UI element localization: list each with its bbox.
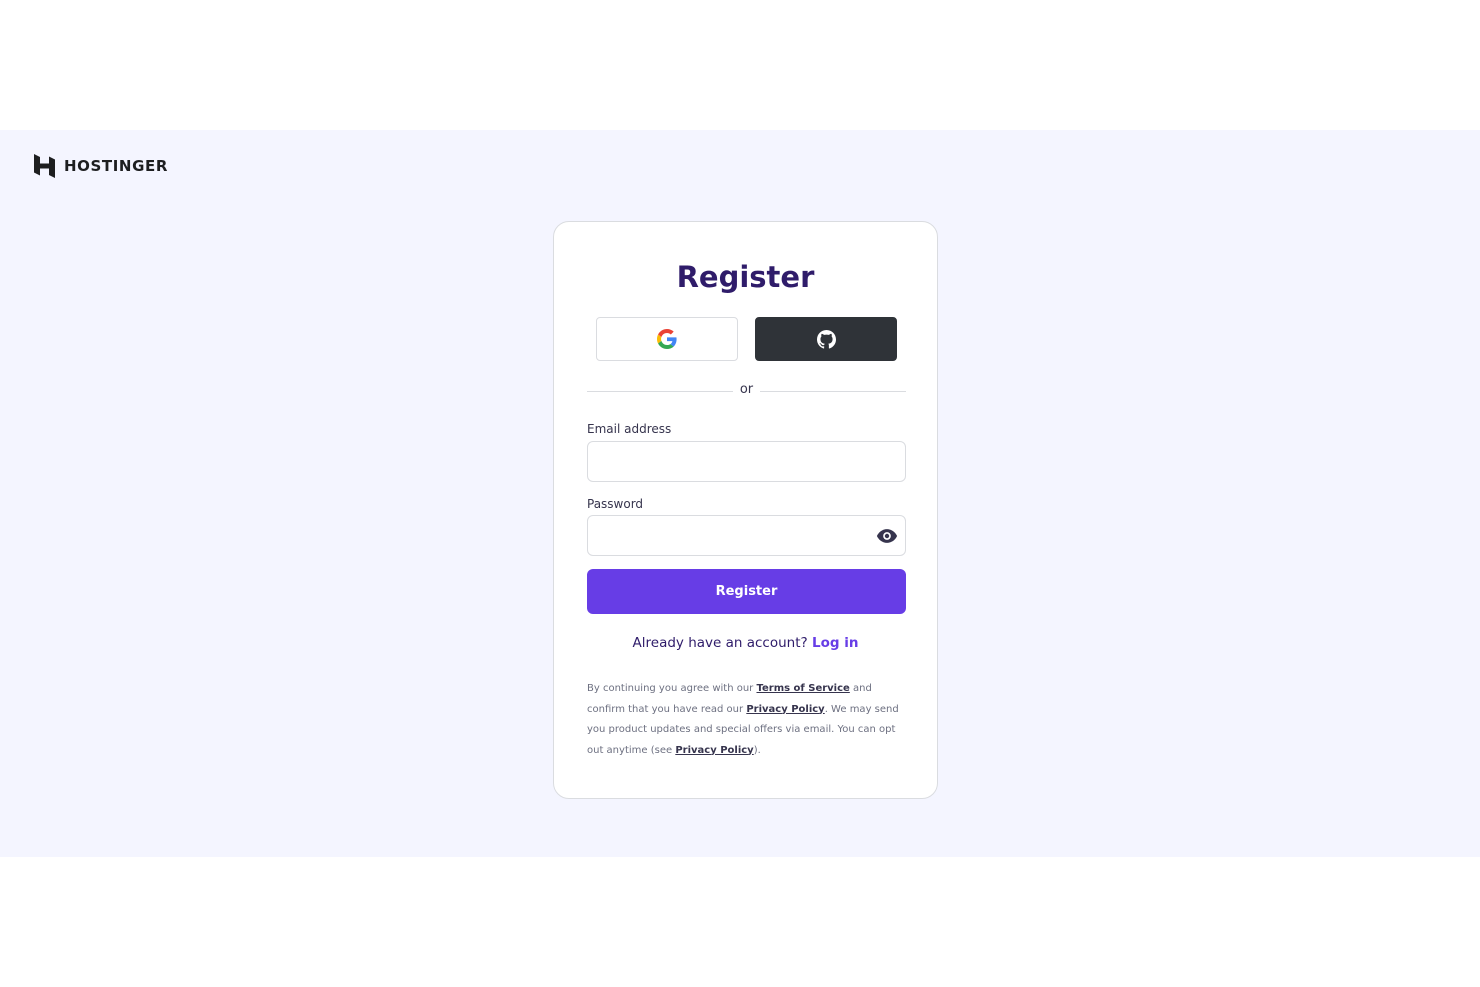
- divider-text: or: [739, 382, 754, 397]
- email-label: Email address: [587, 422, 672, 436]
- eye-icon[interactable]: [876, 527, 898, 545]
- form-title: Register: [676, 260, 815, 294]
- terms-of-service-link[interactable]: Terms of Service: [756, 683, 849, 694]
- legal-text-1: By continuing you agree with our: [587, 683, 757, 694]
- login-link[interactable]: Log in: [812, 635, 858, 651]
- login-prompt-text: Already have an account?: [632, 635, 808, 651]
- register-card: Register or Email address Password Regis…: [553, 221, 938, 799]
- legal-notice: By continuing you agree with our Terms o…: [587, 679, 907, 761]
- password-input[interactable]: [587, 515, 906, 556]
- or-divider: or: [587, 381, 906, 401]
- register-submit-button[interactable]: Register: [587, 569, 906, 614]
- google-signup-button[interactable]: [596, 317, 738, 361]
- privacy-policy-link-2[interactable]: Privacy Policy: [675, 745, 753, 756]
- email-input[interactable]: [587, 441, 906, 482]
- google-icon: [657, 329, 677, 349]
- password-label: Password: [587, 497, 644, 511]
- page: HOSTINGER Register or Email address Pass…: [0, 0, 1480, 987]
- github-icon: [816, 329, 836, 349]
- divider-line-right: [760, 391, 906, 392]
- github-signup-button[interactable]: [755, 317, 897, 361]
- brand-logo[interactable]: HOSTINGER: [34, 154, 168, 178]
- privacy-policy-link[interactable]: Privacy Policy: [746, 704, 824, 715]
- brand-name: HOSTINGER: [64, 157, 168, 175]
- hostinger-logo-icon: [34, 154, 55, 178]
- login-prompt: Already have an account? Log in: [554, 635, 937, 651]
- legal-text-4: ).: [753, 744, 761, 756]
